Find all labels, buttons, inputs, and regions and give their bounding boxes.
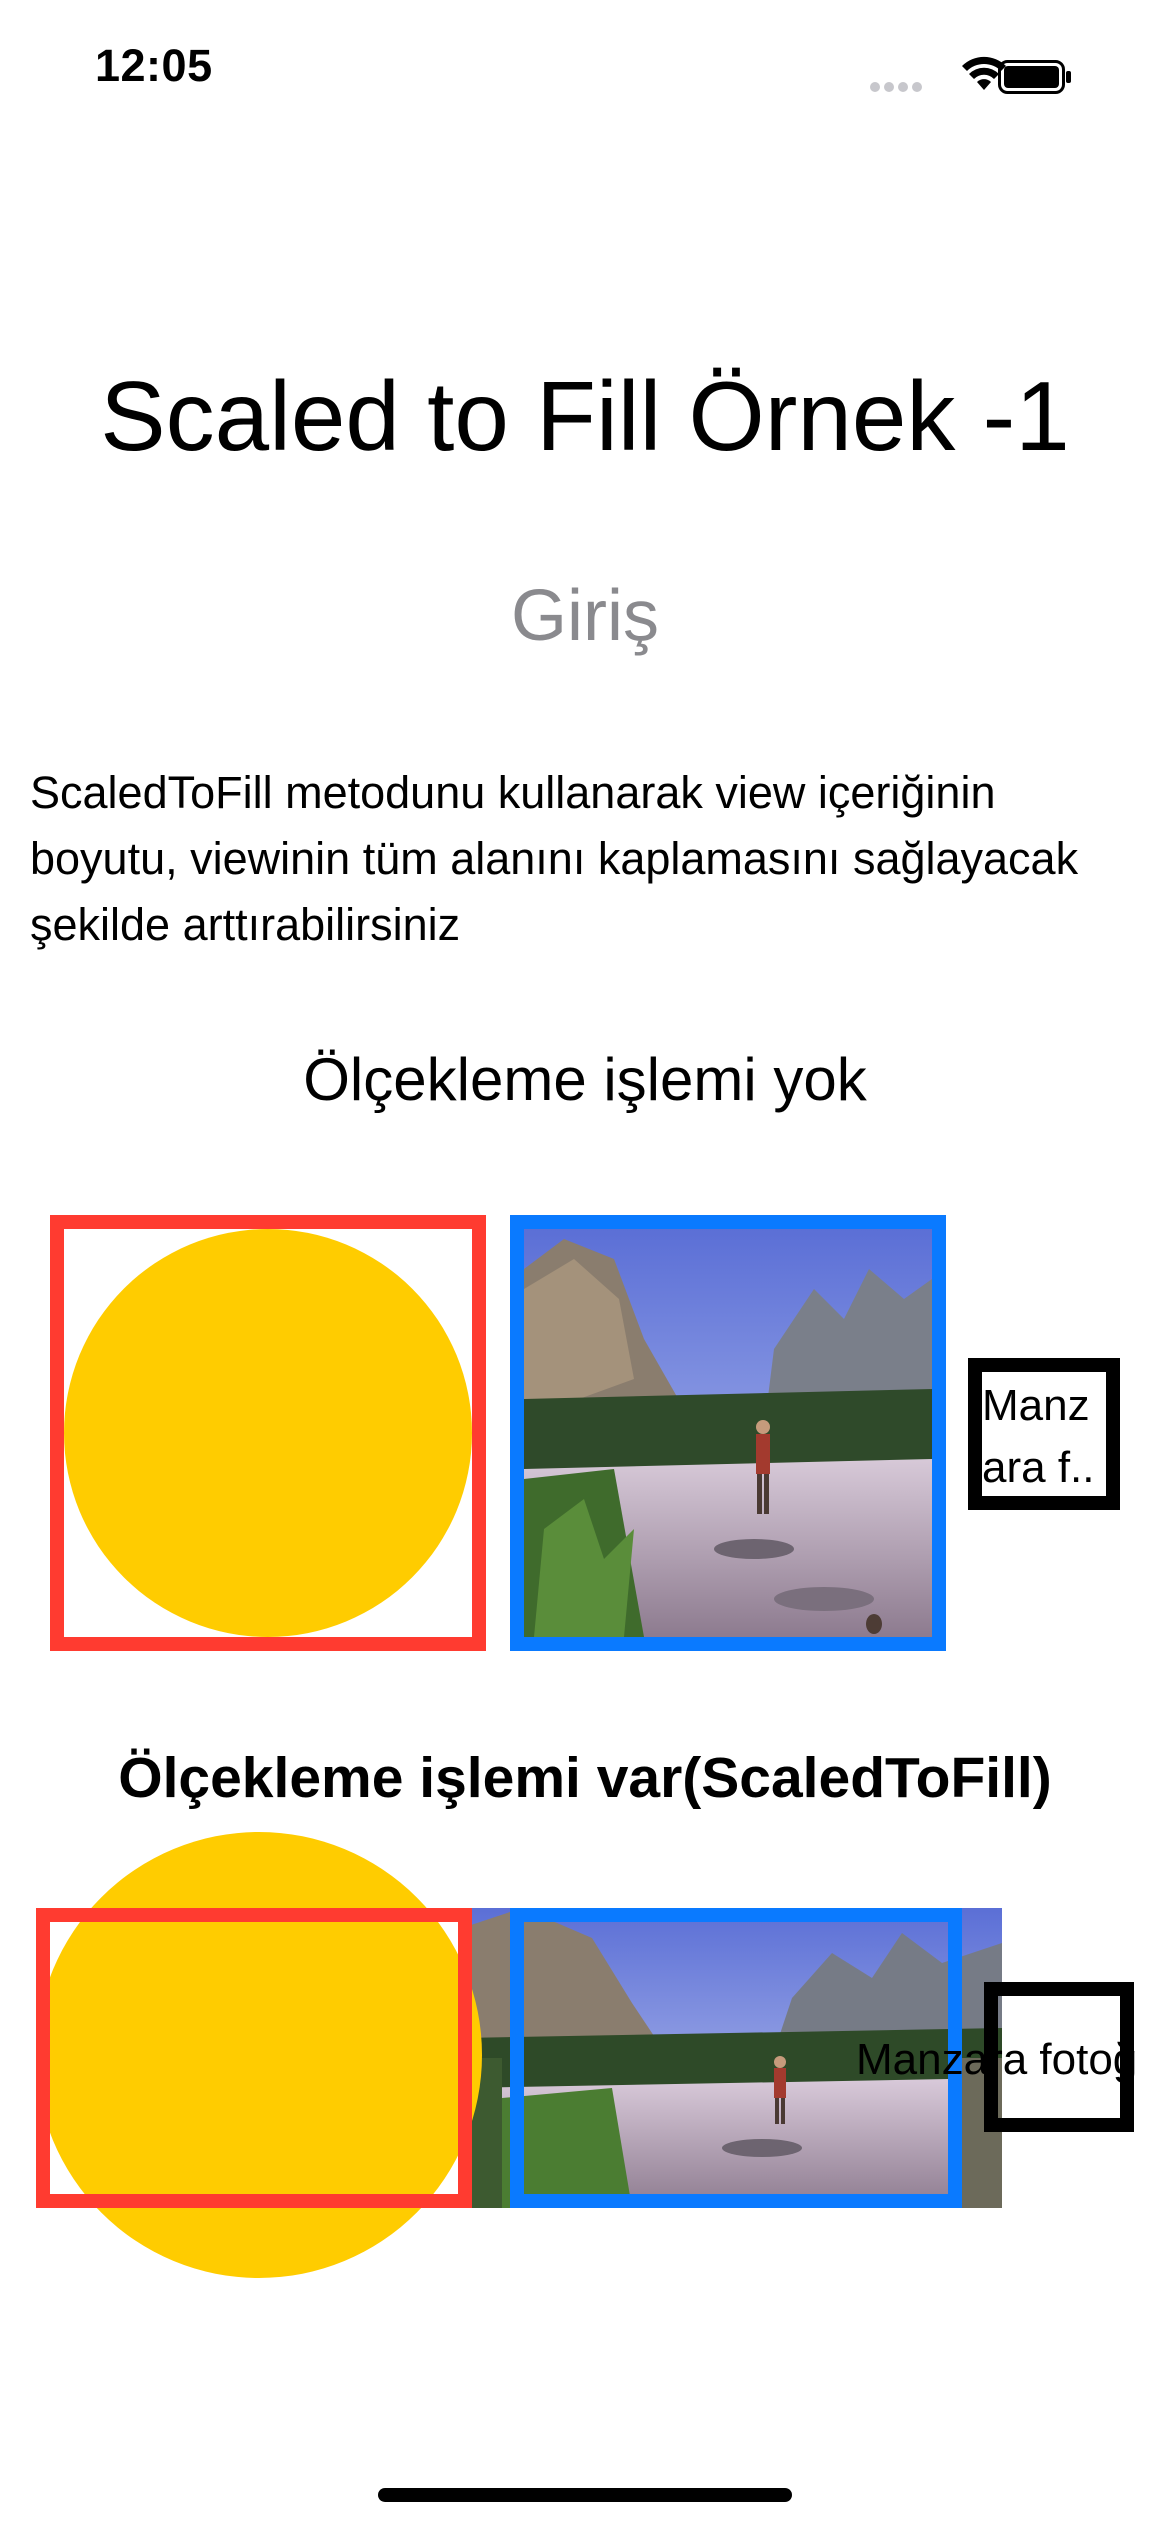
text-label-frame: Manz ara f.. <box>968 1358 1120 1510</box>
page-title: Scaled to Fill Örnek -1 <box>100 361 1070 471</box>
cellular-signal-icon <box>870 82 922 92</box>
page-subtitle: Giriş <box>511 576 659 656</box>
battery-icon <box>998 60 1071 94</box>
section-heading-scaled: Ölçekleme işlemi var(ScaledToFill) <box>118 1746 1052 1810</box>
red-frame-box <box>50 1215 486 1651</box>
landscape-image-frame <box>510 1215 946 1651</box>
section-heading-no-scale: Ölçekleme işlemi yok <box>303 1046 867 1113</box>
label-scaled-text: Manzara fotoğ <box>856 2035 1138 2084</box>
label-line-1: Manz <box>982 1381 1090 1430</box>
home-indicator[interactable] <box>378 2488 792 2502</box>
page-description: ScaledToFill metodunu kullanarak view iç… <box>30 767 1079 950</box>
yellow-circle <box>64 1229 472 1637</box>
label-line-2: ara f.. <box>982 1443 1095 1492</box>
status-time: 12:05 <box>95 40 213 91</box>
landscape-photo <box>524 1229 932 1637</box>
screen: 12:05 Scaled to Fill Örnek -1 Giriş Scal… <box>0 0 1170 2532</box>
red-frame-box-scaled <box>36 1908 472 2208</box>
